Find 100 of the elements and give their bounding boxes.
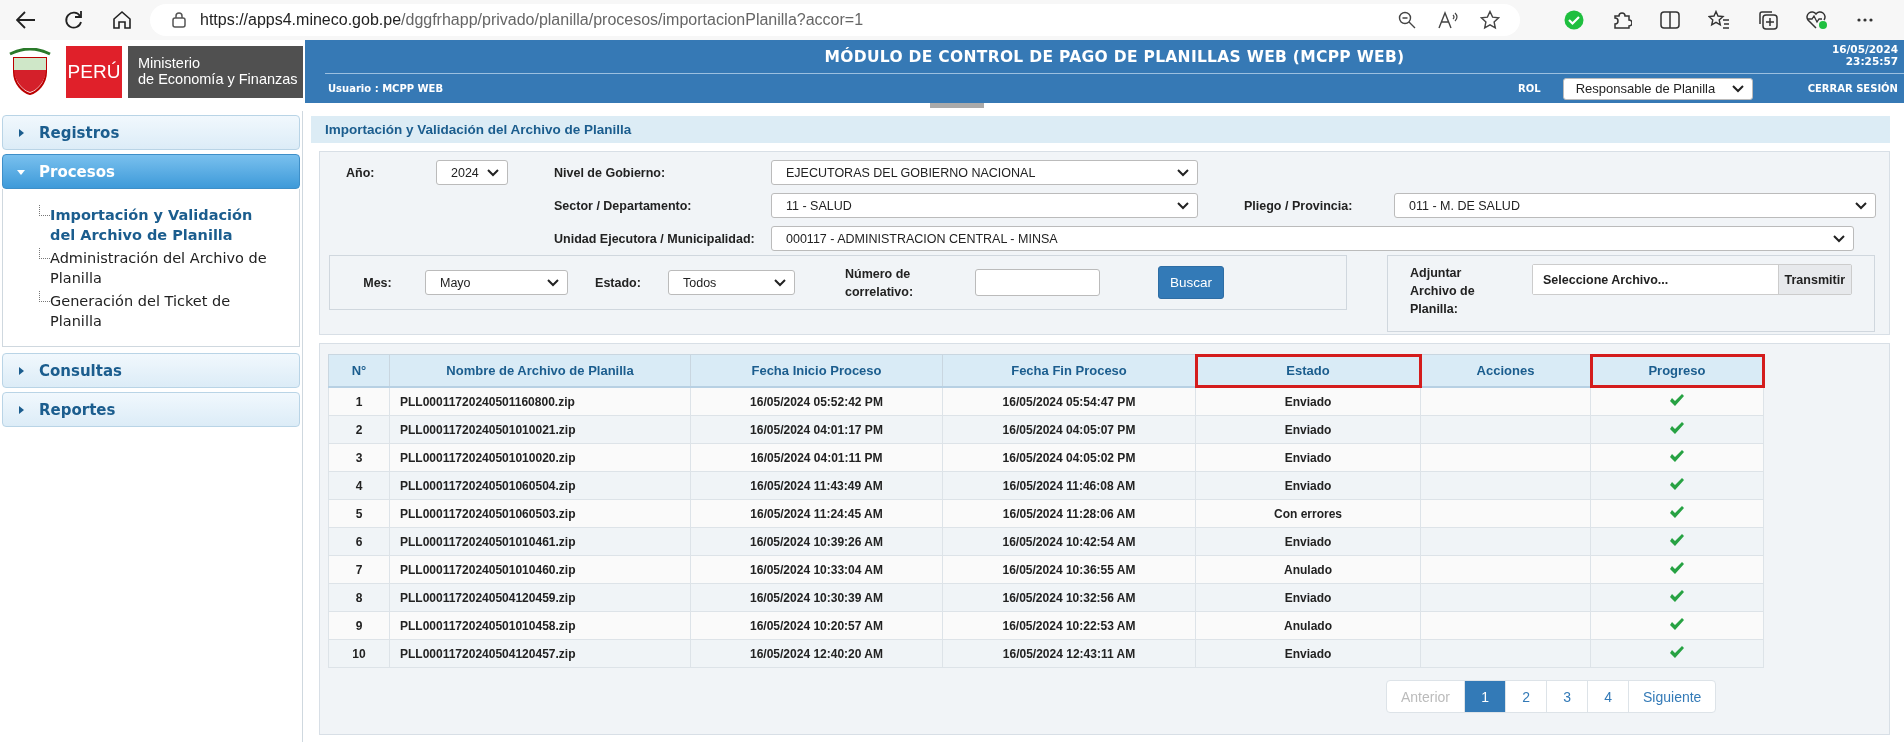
lock-icon [172, 12, 186, 28]
caret-right-icon [17, 128, 25, 137]
field-label: Estado: [594, 275, 642, 290]
table-cell: 8 [328, 583, 390, 612]
user-label: Usuario : MCPP WEB [328, 83, 444, 94]
collapse-handle[interactable] [930, 103, 984, 108]
table-cell: PLL00011720240501160800.zip [389, 387, 691, 416]
table-cell: 16/05/2024 10:22:53 AM [942, 611, 1196, 640]
table-cell: PLL00011720240501010020.zip [389, 443, 691, 472]
table-cell: 16/05/2024 04:01:17 PM [690, 415, 943, 444]
field-label: Número de correlativo: [845, 265, 915, 301]
role-label: ROL [1518, 83, 1541, 94]
crest-icon [8, 47, 52, 96]
health-icon[interactable] [1806, 10, 1828, 30]
table-cell: 16/05/2024 04:05:02 PM [942, 443, 1196, 472]
checkmark-icon [1669, 477, 1685, 491]
field-label: Mes: [362, 275, 393, 290]
table-cell: 9 [328, 611, 390, 640]
chevron-down-icon [487, 168, 499, 177]
table-cell: PLL00011720240501010458.zip [389, 611, 691, 640]
address-bar[interactable]: https://apps4.mineco.gob.pe/dggfrhapp/privado/planilla/procesos/importacionPlanilla?accor=1 [150, 4, 1520, 36]
sidebar-section[interactable]: Consultas [2, 353, 300, 388]
column-header: N° [328, 354, 390, 387]
sidebar-link[interactable]: Administración del Archivo de Planilla [50, 248, 280, 291]
unit-select[interactable]: 000117 - ADMINISTRACION CENTRAL - MINSA [771, 226, 1854, 251]
table-cell: 16/05/2024 10:42:54 AM [942, 527, 1196, 556]
collections-icon[interactable] [1758, 10, 1778, 30]
checkmark-icon [1669, 533, 1685, 547]
role-select[interactable]: Responsable de Planilla [1562, 77, 1753, 100]
checkmark-icon [1669, 589, 1685, 603]
search-button[interactable]: Buscar [1158, 266, 1224, 299]
chevron-down-icon [1731, 84, 1744, 93]
sidebar-section[interactable]: Reportes [2, 392, 300, 427]
table-cell: Anulado [1195, 611, 1421, 640]
reload-icon[interactable] [64, 10, 84, 30]
caret-right-icon [17, 366, 25, 375]
chevron-down-icon [547, 278, 559, 287]
table-cell: 10 [328, 639, 390, 668]
read-aloud-icon[interactable] [1438, 11, 1458, 29]
pagination-link[interactable]: 3 [1546, 681, 1588, 712]
table-cell: 16/05/2024 12:40:20 AM [690, 639, 943, 668]
logout-link[interactable]: CERRAR SESIÓN [1807, 83, 1898, 94]
table-cell: 4 [328, 471, 390, 500]
table-cell: 16/05/2024 10:32:56 AM [942, 583, 1196, 612]
home-icon[interactable] [112, 10, 132, 30]
table-cell: 5 [328, 499, 390, 528]
sidebar-link[interactable]: Generación del Ticket de Planilla [50, 291, 280, 334]
back-icon[interactable] [16, 11, 36, 29]
pagination-link[interactable]: 4 [1587, 681, 1629, 712]
sector-select[interactable]: 11 - SALUD [771, 193, 1198, 218]
pagination-link[interactable]: Siguiente [1628, 681, 1716, 712]
field-label: Sector / Departamento: [554, 198, 693, 213]
pliego-select[interactable]: 011 - M. DE SALUD [1394, 193, 1876, 218]
transmit-button[interactable]: Transmitir [1777, 265, 1851, 294]
level-select[interactable]: EJECUTORAS DEL GOBIERNO NACIONAL [771, 160, 1198, 185]
sidebar-link[interactable]: Importación y Validación del Archivo de Planilla [50, 205, 280, 248]
caret-right-icon [17, 405, 25, 414]
column-header: Acciones [1420, 354, 1591, 387]
star-icon[interactable] [1480, 10, 1500, 30]
table-cell: PLL00011720240504120457.zip [389, 639, 691, 668]
puzzle-icon[interactable] [1612, 10, 1632, 30]
caret-down-icon [17, 167, 25, 176]
split-screen-icon[interactable] [1660, 11, 1680, 29]
country-label: PERÚ [66, 45, 122, 98]
chevron-down-icon [774, 278, 786, 287]
file-field[interactable]: Seleccione Archivo... Transmitir [1532, 264, 1852, 295]
table-cell: 16/05/2024 04:05:07 PM [942, 415, 1196, 444]
table-cell: PLL00011720240504120459.zip [389, 583, 691, 612]
time-text: 23:25:57 [1845, 55, 1898, 67]
table-cell: 3 [328, 443, 390, 472]
table-cell: PLL00011720240501010460.zip [389, 555, 691, 584]
ministry-name: Ministerio de Economía y Finanzas [128, 45, 303, 98]
table-cell: 16/05/2024 10:39:26 AM [690, 527, 943, 556]
month-select[interactable]: Mayo [425, 270, 568, 295]
field-label: Unidad Ejecutora / Municipalidad: [554, 231, 756, 246]
status-select[interactable]: Todos [668, 270, 795, 295]
checkmark-icon [1669, 449, 1685, 463]
table-cell: 1 [328, 387, 390, 416]
checkmark-icon [1669, 421, 1685, 435]
more-icon[interactable] [1856, 17, 1874, 23]
pagination-link[interactable]: 2 [1505, 681, 1547, 712]
table-cell: 7 [328, 555, 390, 584]
table-cell: 16/05/2024 11:46:08 AM [942, 471, 1196, 500]
table-cell: 16/05/2024 12:43:11 AM [942, 639, 1196, 668]
correlative-field[interactable] [975, 269, 1100, 296]
favorites-icon[interactable] [1708, 10, 1730, 30]
table-cell: 16/05/2024 10:30:39 AM [690, 583, 943, 612]
field-label: Año: [346, 165, 376, 180]
check-icon[interactable] [1564, 10, 1584, 30]
sidebar-section[interactable]: Registros [2, 115, 300, 150]
column-header: Progreso [1590, 354, 1764, 387]
checkmark-icon [1669, 561, 1685, 575]
table-cell: Enviado [1195, 639, 1421, 668]
table-cell: 16/05/2024 04:01:11 PM [690, 443, 943, 472]
pagination-link[interactable]: 1 [1464, 681, 1506, 712]
table-cell: PLL00011720240501060503.zip [389, 499, 691, 528]
chevron-down-icon [1833, 234, 1845, 243]
zoom-out-icon[interactable] [1398, 11, 1416, 29]
year-select[interactable]: 2024 [436, 160, 508, 185]
column-header: Nombre de Archivo de Planilla [389, 354, 691, 387]
